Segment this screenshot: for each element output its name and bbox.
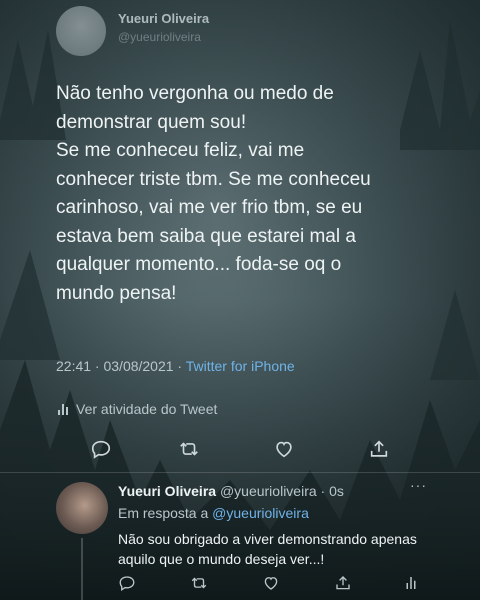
tweet-timestamp-row: 22:41 · 03/08/2021 · Twitter for iPhone	[56, 358, 295, 374]
in-reply-to-mention[interactable]: @yueurioliveira	[212, 505, 309, 521]
reply-action-bar	[0, 574, 480, 596]
reply-author-name[interactable]: Yueuri Oliveira	[118, 483, 216, 499]
reply-icon[interactable]	[90, 438, 112, 460]
share-icon[interactable]	[368, 438, 390, 460]
reply-header: Yueuri Oliveira @yueurioliveira · 0s	[118, 483, 344, 499]
more-options-icon[interactable]: ···	[410, 477, 427, 493]
tweet-timestamp: 22:41 · 03/08/2021 ·	[56, 358, 186, 374]
reply-text: Não sou obrigado a viver demonstrando ap…	[118, 531, 417, 567]
author-handle[interactable]: @yueurioliveira	[118, 30, 201, 44]
divider	[0, 472, 480, 473]
tweet-text: Não tenho vergonha ou medo de demonstrar…	[56, 83, 371, 304]
view-activity-label: Ver atividade do Tweet	[76, 401, 218, 417]
share-icon[interactable]	[334, 574, 352, 592]
tweet-action-bar	[0, 438, 480, 466]
analytics-icon[interactable]	[402, 574, 420, 592]
retweet-icon[interactable]	[190, 574, 208, 592]
author-avatar[interactable]	[56, 6, 106, 56]
retweet-icon[interactable]	[178, 438, 200, 460]
analytics-icon	[58, 403, 68, 415]
in-reply-to-prefix: Em resposta a	[118, 505, 213, 521]
reply-icon[interactable]	[118, 574, 136, 592]
reply-author-avatar[interactable]	[56, 482, 108, 534]
heart-icon[interactable]	[273, 438, 295, 460]
view-activity-link[interactable]: Ver atividade do Tweet	[58, 401, 217, 417]
tweet-client-link[interactable]: Twitter for iPhone	[186, 358, 295, 374]
in-reply-to: Em resposta a @yueurioliveira	[118, 505, 309, 521]
author-name[interactable]: Yueuri Oliveira	[118, 11, 209, 26]
heart-icon[interactable]	[262, 574, 280, 592]
reply-author-handle-time: @yueurioliveira · 0s	[216, 483, 344, 499]
